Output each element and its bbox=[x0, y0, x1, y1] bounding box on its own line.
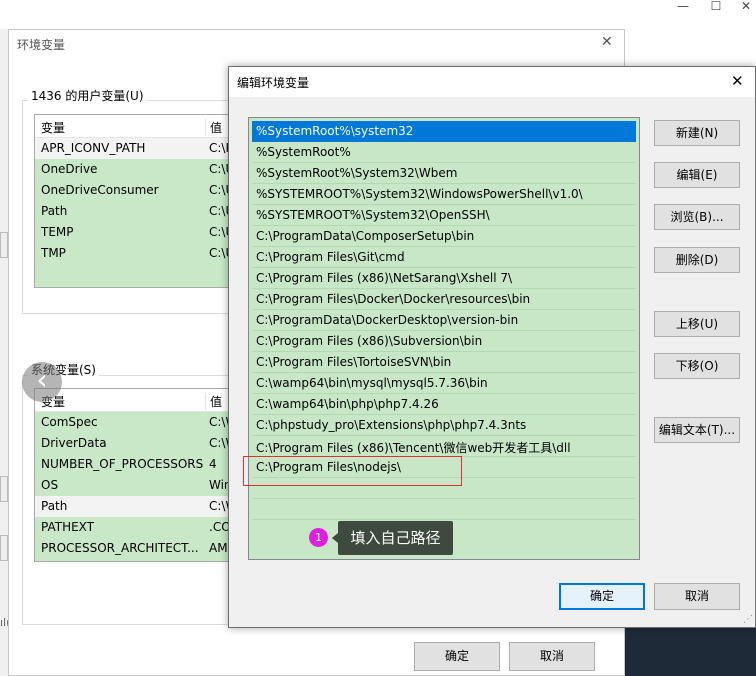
table-row[interactable]: Path C:\U bbox=[35, 201, 233, 222]
path-list[interactable]: %SystemRoot%\system32 %SystemRoot% %Syst… bbox=[248, 117, 640, 560]
background-app-strip bbox=[0, 29, 8, 676]
browse-button[interactable]: 浏览(B)... bbox=[654, 204, 740, 230]
path-list-item[interactable]: C:\wamp64\bin\mysql\mysql5.7.36\bin bbox=[252, 373, 636, 394]
env-dialog-title: 环境变量 bbox=[17, 38, 66, 52]
path-list-item[interactable]: C:\Program Files (x86)\Subversion\bin bbox=[252, 331, 636, 352]
path-list-item[interactable]: C:\Program Files (x86)\Tencent\微信web开发者工… bbox=[252, 436, 636, 457]
path-list-item[interactable]: C:\Program Files (x86)\NetSarang\Xshell … bbox=[252, 268, 636, 289]
table-row[interactable]: TMP C:\U bbox=[35, 243, 233, 264]
path-list-item[interactable]: %SystemRoot%\System32\Wbem bbox=[252, 163, 636, 184]
edit-env-variable-dialog: 编辑环境变量 ✕ %SystemRoot%\system32 %SystemRo… bbox=[228, 66, 756, 628]
close-window-button[interactable]: ✕ bbox=[731, 0, 756, 14]
system-vars-list[interactable]: 变量 值 ComSpec C:\W DriverData C:\W NUMBER… bbox=[34, 388, 234, 562]
ok-button[interactable]: 确定 bbox=[559, 583, 645, 610]
path-list-item[interactable]: C:\Program Files\TortoiseSVN\bin bbox=[252, 352, 636, 373]
path-list-item[interactable]: %SystemRoot% bbox=[252, 142, 636, 163]
edit-dialog-title: 编辑环境变量 bbox=[237, 76, 310, 90]
desktop-background bbox=[625, 628, 756, 676]
env-ok-button[interactable]: 确定 bbox=[414, 642, 500, 671]
delete-button[interactable]: 删除(D) bbox=[654, 247, 740, 273]
table-row[interactable]: OS Win bbox=[35, 475, 233, 496]
edit-dialog-titlebar: 编辑环境变量 ✕ bbox=[229, 67, 755, 97]
table-row[interactable]: DriverData C:\W bbox=[35, 433, 233, 454]
table-row[interactable]: ComSpec C:\W bbox=[35, 412, 233, 433]
resize-grip-icon[interactable]: ⋰ bbox=[743, 615, 753, 625]
table-row[interactable]: PATHEXT .CO bbox=[35, 517, 233, 538]
path-list-item[interactable] bbox=[252, 499, 636, 520]
prev-arrow-icon[interactable]: ‹ bbox=[22, 362, 62, 402]
path-list-item[interactable]: %SYSTEMROOT%\System32\OpenSSH\ bbox=[252, 205, 636, 226]
path-list-item[interactable]: %SystemRoot%\system32 bbox=[252, 121, 636, 142]
col-variable[interactable]: 变量 bbox=[41, 119, 65, 136]
user-vars-list[interactable]: 变量 值 APR_ICONV_PATH C:\P OneDrive C:\U O… bbox=[34, 114, 234, 288]
cancel-button[interactable]: 取消 bbox=[654, 583, 740, 610]
table-row[interactable]: TEMP C:\U bbox=[35, 222, 233, 243]
table-row[interactable]: OneDriveConsumer C:\U bbox=[35, 180, 233, 201]
path-list-item[interactable]: %SYSTEMROOT%\System32\WindowsPowerShell\… bbox=[252, 184, 636, 205]
path-list-item[interactable]: C:\ProgramData\DockerDesktop\version-bin bbox=[252, 310, 636, 331]
edit-button[interactable]: 编辑(E) bbox=[654, 162, 740, 188]
env-dialog-close-icon[interactable]: ✕ bbox=[601, 34, 613, 50]
highlight-box bbox=[243, 456, 462, 486]
user-vars-label: 1436 的用户变量(U) bbox=[28, 87, 147, 104]
path-list-item[interactable]: C:\phpstudy_pro\Extensions\php\php7.4.3n… bbox=[252, 415, 636, 436]
table-row[interactable]: Path C:\W bbox=[35, 496, 233, 517]
path-list-item[interactable]: C:\wamp64\bin\php\php7.4.26 bbox=[252, 394, 636, 415]
new-button[interactable]: 新建(N) bbox=[654, 120, 740, 146]
system-vars-header: 变量 值 bbox=[35, 389, 233, 412]
path-list-item[interactable]: C:\Program Files\Git\cmd bbox=[252, 247, 636, 268]
move-up-button[interactable]: 上移(U) bbox=[654, 311, 740, 337]
background-app-control bbox=[0, 232, 8, 258]
edit-text-button[interactable]: 编辑文本(T)... bbox=[654, 417, 740, 443]
step-badge: 1 bbox=[309, 528, 328, 547]
path-list-item[interactable]: C:\ProgramData\ComposerSetup\bin bbox=[252, 226, 636, 247]
table-row[interactable]: APR_ICONV_PATH C:\P bbox=[35, 138, 233, 159]
table-row[interactable]: NUMBER_OF_PROCESSORS 4 bbox=[35, 454, 233, 475]
table-row[interactable]: PROCESSOR_ARCHITECT... AM bbox=[35, 538, 233, 559]
env-cancel-button[interactable]: 取消 bbox=[509, 642, 595, 671]
user-vars-header: 变量 值 bbox=[35, 115, 233, 138]
background-app-control bbox=[0, 476, 8, 502]
col-value[interactable]: 值 bbox=[205, 119, 222, 136]
move-down-button[interactable]: 下移(O) bbox=[654, 353, 740, 379]
path-list-item[interactable]: C:\Program Files\Docker\Docker\resources… bbox=[252, 289, 636, 310]
background-app-control bbox=[0, 535, 8, 561]
minimize-button[interactable]: — bbox=[668, 0, 698, 14]
annotation-tooltip: 填入自己路径 bbox=[338, 521, 453, 555]
table-row[interactable]: OneDrive C:\U bbox=[35, 159, 233, 180]
col-value[interactable]: 值 bbox=[205, 393, 222, 410]
maximize-button[interactable]: ☐ bbox=[701, 0, 731, 14]
edit-dialog-close-icon[interactable]: ✕ bbox=[731, 72, 744, 90]
